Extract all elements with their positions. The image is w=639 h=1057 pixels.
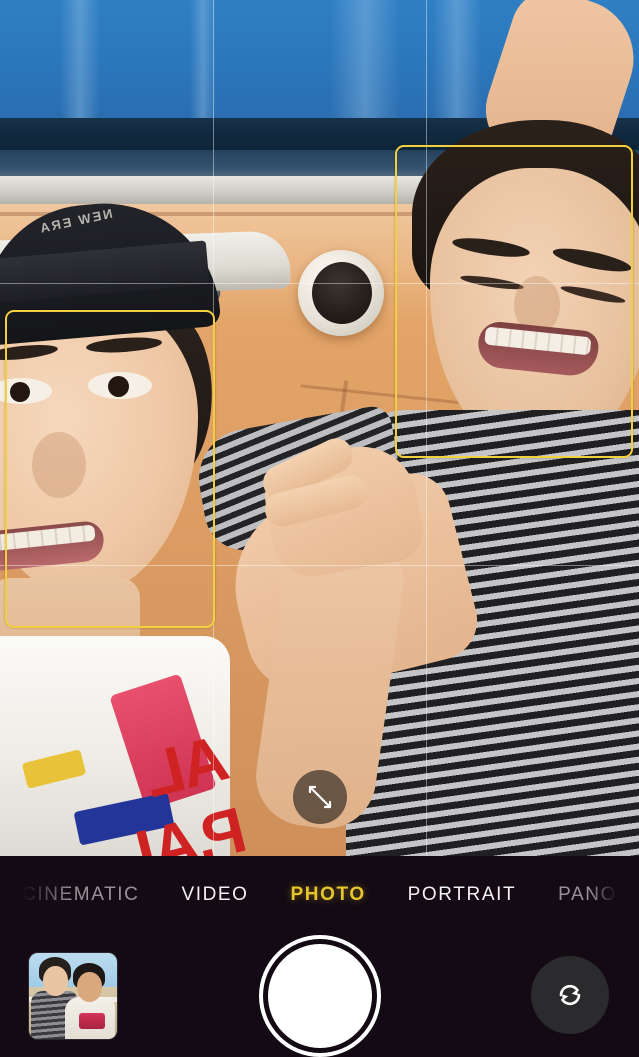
camera-bottom-bar: CINEMATIC VIDEO PHOTO PORTRAIT PANO — [0, 856, 639, 1057]
expand-frame-button[interactable] — [293, 770, 347, 824]
mode-video[interactable]: VIDEO — [181, 884, 248, 906]
camera-controls-row — [0, 928, 639, 1057]
camera-viewfinder[interactable]: NEW ERA AL P.AL. FINC — [0, 0, 639, 856]
flip-camera-button[interactable] — [531, 956, 609, 1034]
thumbnail-person-a-face — [43, 966, 68, 996]
mode-cinematic[interactable]: CINEMATIC — [22, 884, 140, 906]
camera-mode-selector[interactable]: CINEMATIC VIDEO PHOTO PORTRAIT PANO — [0, 872, 639, 918]
camera-flip-rotate-icon — [559, 984, 581, 1006]
mode-photo[interactable]: PHOTO — [291, 884, 366, 906]
mode-pano[interactable]: PANO — [558, 884, 617, 906]
camera-app-screen: NEW ERA AL P.AL. FINC — [0, 0, 639, 1057]
thumbnail-person-b-face — [77, 972, 102, 1002]
face-detection-box-left — [5, 310, 215, 628]
shutter-inner-circle — [268, 944, 372, 1048]
face-detection-box-right — [395, 145, 633, 458]
shutter-button[interactable] — [259, 935, 381, 1057]
expand-diagonal-arrows-icon — [308, 785, 332, 809]
photo-library-thumbnail-button[interactable] — [29, 953, 117, 1039]
mode-portrait[interactable]: PORTRAIT — [408, 884, 517, 906]
thumbnail-shirt-logo — [79, 1013, 105, 1029]
